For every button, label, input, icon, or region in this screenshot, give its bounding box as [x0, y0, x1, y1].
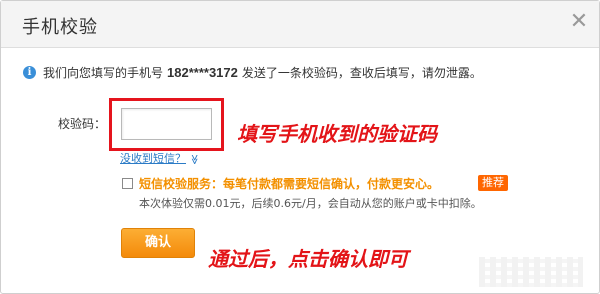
masked-phone-number: 182****3172: [167, 64, 238, 80]
sms-service-title: 短信校验服务：每笔付款都需要短信确认，付款更安心。: [139, 177, 440, 191]
dialog-titlebar: 手机校验 ✕: [1, 1, 599, 48]
close-icon[interactable]: ✕: [569, 10, 589, 34]
dialog-title: 手机校验: [22, 17, 98, 38]
info-icon: i: [23, 65, 36, 79]
recommend-badge: 推荐: [478, 175, 508, 191]
verification-code-label: 校验码：: [58, 117, 107, 131]
annotation-confirm-hint: 通过后，点击确认即可: [208, 247, 408, 271]
annotation-input-hint: 填写手机收到的验证码: [237, 122, 437, 146]
sms-verification-dialog: 手机校验 ✕ i 我们向您填写的手机号 182****3172 发送了一条校验码…: [0, 0, 600, 294]
info-message: i 我们向您填写的手机号 182****3172 发送了一条校验码，查收后填写，…: [23, 64, 482, 80]
confirm-button[interactable]: 确认: [121, 228, 195, 258]
info-text-prefix: 我们向您填写的手机号: [43, 65, 164, 80]
sms-service-description: 本次体验仅需0.01元，后续0.6元/月，会自动从您的账户或卡中扣除。: [139, 197, 482, 210]
watermark-logo: [479, 257, 583, 287]
chevron-down-icon: ≫: [188, 154, 200, 165]
resend-sms-label: 没收到短信？: [120, 152, 186, 165]
resend-sms-link[interactable]: 没收到短信？ ≫: [120, 150, 200, 166]
sms-service-checkbox[interactable]: [122, 178, 133, 189]
info-text-suffix: 发送了一条校验码，查收后填写，请勿泄露。: [241, 65, 482, 80]
verification-code-input[interactable]: [121, 108, 212, 140]
